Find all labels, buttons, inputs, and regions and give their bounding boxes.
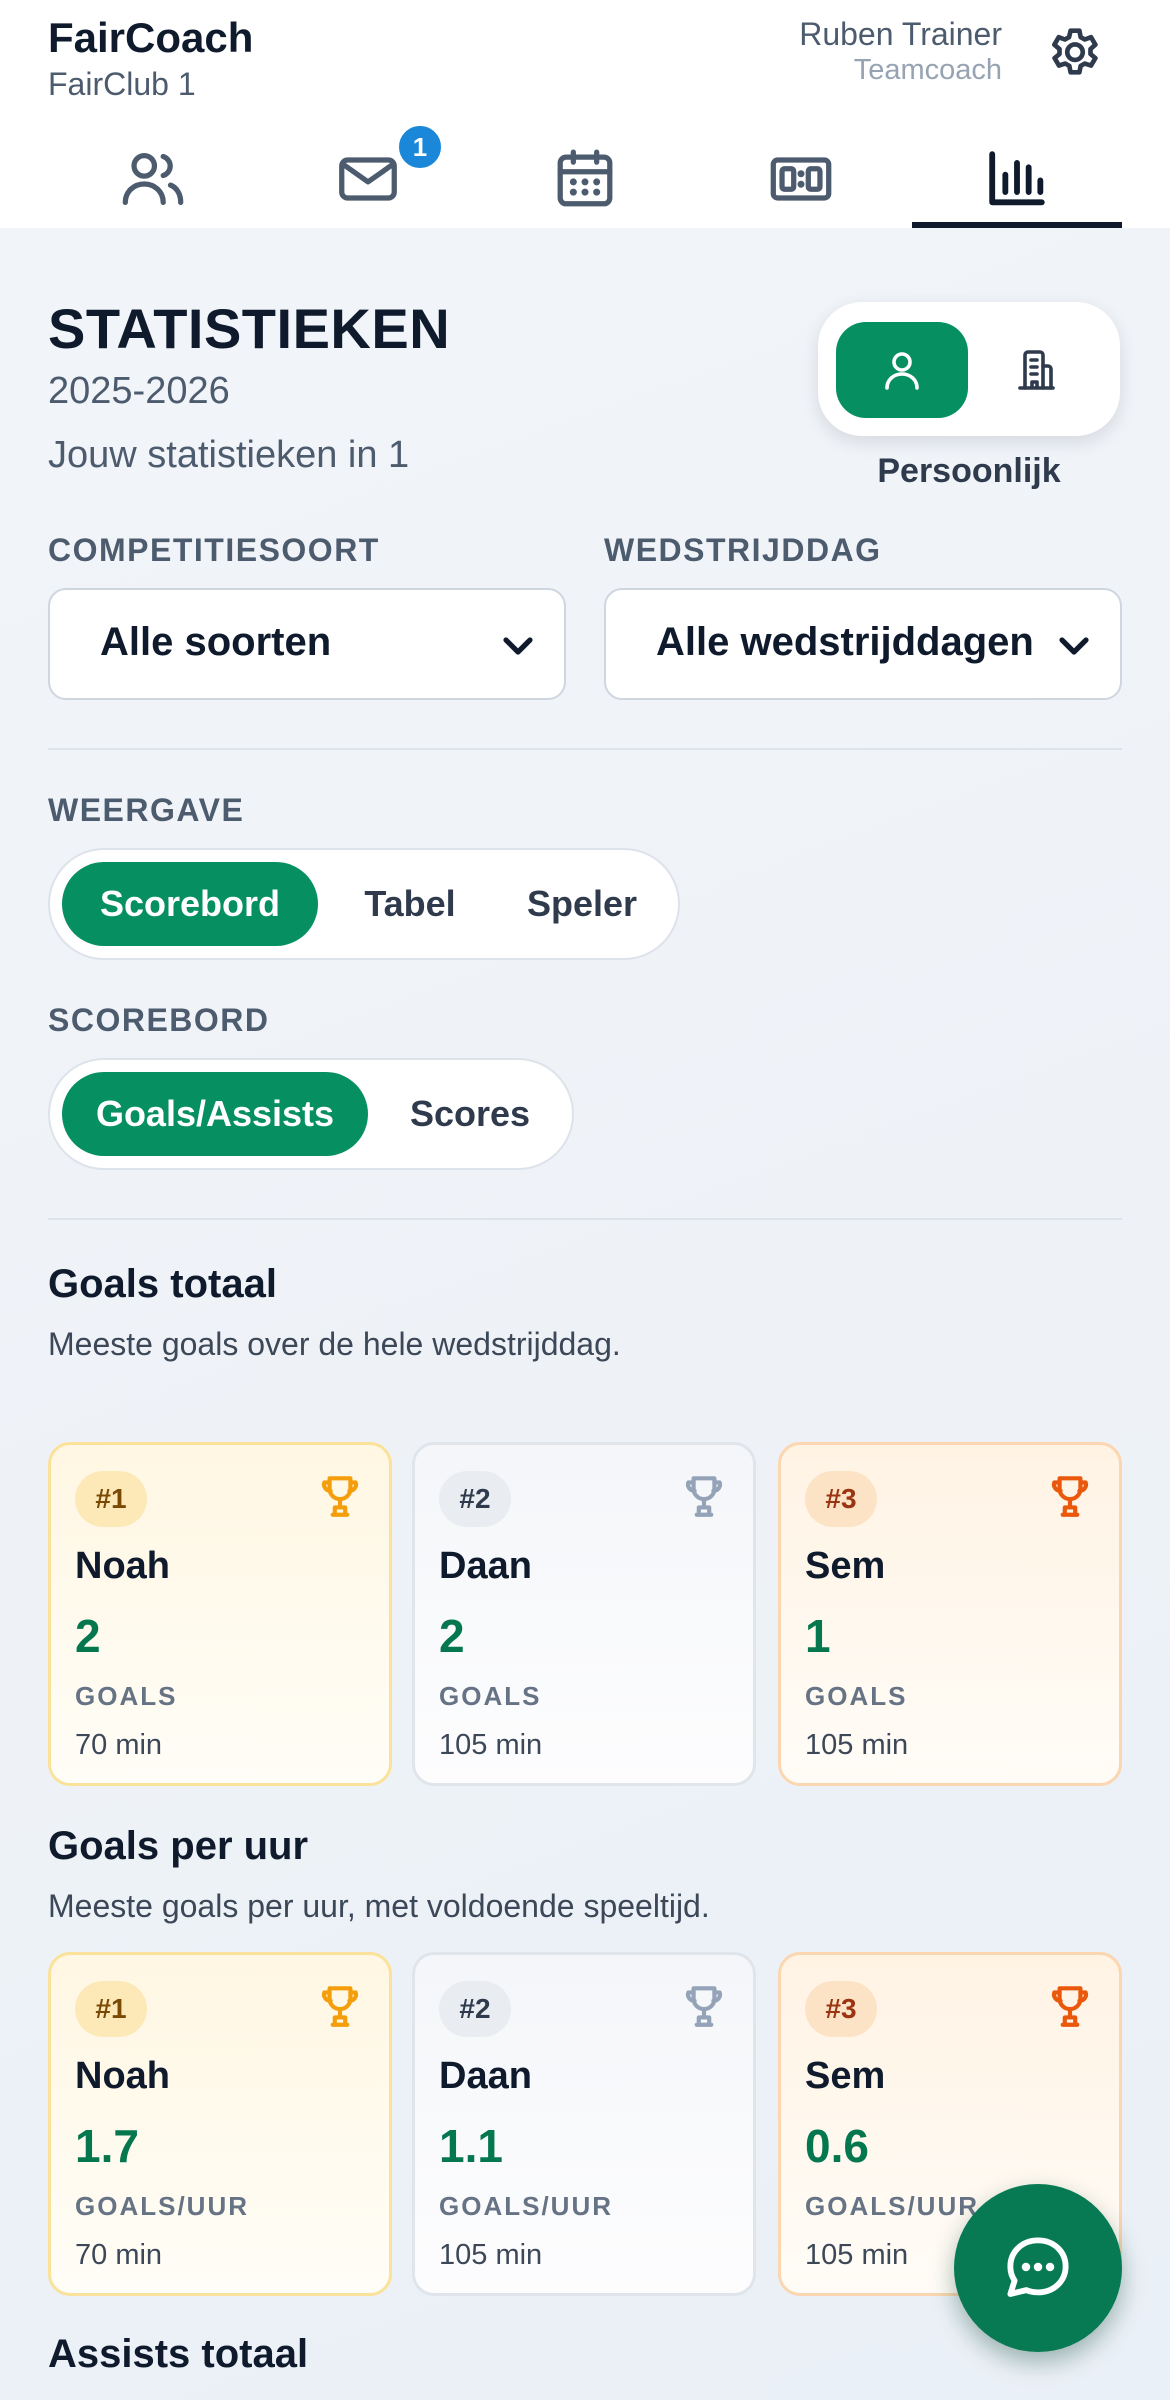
minutes-played: 105 min: [805, 1729, 909, 1761]
app-title: FairCoach: [48, 14, 254, 61]
scope-label: Persoonlijk: [877, 452, 1061, 490]
season-label: 2025-2026: [48, 370, 230, 412]
leaderboard-card[interactable]: #1 Noah 1.7 GOALS/UUR 70 min: [48, 1952, 392, 2296]
player-name: Sem: [805, 2055, 886, 2097]
tab-scoreboard[interactable]: [696, 130, 906, 228]
trophy-icon: [685, 1476, 723, 1517]
scoreboard-option-goals-assists[interactable]: Goals/Assists: [62, 1072, 368, 1156]
user-role: Teamcoach: [853, 54, 1002, 86]
section-divider: [48, 748, 1122, 750]
page-subtitle: Jouw statistieken in 1: [48, 434, 410, 476]
scoreboard-segmented-control: Goals/Assists Scores: [48, 1058, 574, 1170]
stat-value: 2: [439, 1610, 465, 1662]
stat-unit: GOALS: [805, 1681, 908, 1711]
main-nav: 1: [0, 122, 1170, 228]
matchday-filter-label: WEDSTRIJDDAG: [604, 532, 882, 568]
leaderboard-card[interactable]: #2 Daan 2 GOALS 105 min: [412, 1442, 756, 1786]
club-scope-button[interactable]: [970, 322, 1102, 418]
bar-chart-icon: [989, 151, 1045, 206]
stat-unit: GOALS/UUR: [439, 2191, 613, 2221]
leaderboard-card[interactable]: #3 Sem 1 GOALS 105 min: [778, 1442, 1122, 1786]
stat-value: 1: [805, 1610, 831, 1662]
stat-unit: GOALS: [439, 1681, 542, 1711]
view-option-scorebord[interactable]: Scorebord: [62, 862, 318, 946]
rank-badge: #3: [805, 1471, 877, 1527]
minutes-played: 105 min: [439, 2239, 543, 2271]
view-label: WEERGAVE: [48, 792, 245, 828]
user-icon: [885, 352, 919, 390]
calendar-icon: [557, 149, 613, 207]
player-name: Noah: [75, 1545, 170, 1587]
mail-icon: [339, 157, 397, 201]
trophy-icon: [1051, 1986, 1089, 2027]
tab-calendar[interactable]: [480, 130, 690, 228]
view-option-tabel[interactable]: Tabel: [332, 862, 488, 946]
settings-gear-icon[interactable]: [1044, 24, 1106, 86]
chevron-down-icon: [1050, 622, 1098, 670]
tab-team[interactable]: [48, 130, 258, 228]
tab-statistics[interactable]: [912, 130, 1122, 228]
minutes-played: 70 min: [75, 1729, 163, 1761]
chevron-down-icon: [494, 622, 542, 670]
chat-bubble-icon: [1007, 2237, 1069, 2297]
trophy-icon: [321, 1986, 359, 2027]
page-title: STATISTIEKEN: [48, 297, 451, 360]
building-icon: [1018, 350, 1055, 390]
stat-unit: GOALS/UUR: [75, 2191, 249, 2221]
competition-filter-label: COMPETITIESOORT: [48, 532, 380, 568]
stat-value: 2: [75, 1610, 101, 1662]
scope-toggle: [818, 302, 1120, 436]
view-segmented-control: Scorebord Tabel Speler: [48, 848, 680, 960]
rank-badge: #2: [439, 1471, 511, 1527]
stat-unit: GOALS: [75, 1681, 178, 1711]
tab-messages[interactable]: 1: [263, 122, 473, 228]
minutes-played: 105 min: [439, 1729, 543, 1761]
stat-section-title: Assists totaal: [48, 2332, 309, 2376]
leaderboard-card[interactable]: #2 Daan 1.1 GOALS/UUR 105 min: [412, 1952, 756, 2296]
rank-badge: #3: [805, 1981, 877, 2037]
stat-value: 0.6: [805, 2120, 869, 2172]
unread-badge: 1: [395, 122, 445, 172]
trophy-icon: [685, 1986, 723, 2027]
scoreboard-option-scores[interactable]: Scores: [380, 1072, 560, 1156]
chat-button[interactable]: [954, 2184, 1122, 2352]
competition-select-value: Alle soorten: [100, 620, 332, 664]
personal-scope-button[interactable]: [836, 322, 968, 418]
player-name: Daan: [439, 1545, 532, 1587]
trophy-icon: [321, 1476, 359, 1517]
leaderboard-card[interactable]: #1 Noah 2 GOALS 70 min: [48, 1442, 392, 1786]
stat-value: 1.7: [75, 2120, 139, 2172]
rank-badge: #1: [75, 1981, 147, 2037]
rank-badge: #1: [75, 1471, 147, 1527]
scoreboard-label: SCOREBORD: [48, 1002, 270, 1038]
competition-select[interactable]: Alle soorten: [48, 588, 566, 700]
stat-value: 1.1: [439, 2120, 503, 2172]
matchday-select-value: Alle wedstrijddagen: [656, 620, 1034, 664]
user-name: Ruben Trainer: [799, 16, 1002, 52]
player-name: Noah: [75, 2055, 170, 2097]
stat-section-description: Meeste goals per uur, met voldoende spee…: [48, 1888, 710, 1924]
stat-section-description: Meeste goals over de hele wedstrijddag.: [48, 1326, 621, 1362]
club-name: FairClub 1: [48, 66, 196, 102]
stat-section-title: Goals per uur: [48, 1824, 309, 1868]
player-name: Daan: [439, 2055, 532, 2097]
stat-section-title: Goals totaal: [48, 1262, 277, 1306]
minutes-played: 105 min: [805, 2239, 909, 2271]
stat-unit: GOALS/UUR: [805, 2191, 979, 2221]
users-icon: [122, 153, 184, 205]
player-name: Sem: [805, 1545, 886, 1587]
section-divider: [48, 1218, 1122, 1220]
scoreboard-icon: [770, 157, 832, 201]
matchday-select[interactable]: Alle wedstrijddagen: [604, 588, 1122, 700]
app-header: FairCoach FairClub 1 Ruben Trainer Teamc…: [0, 0, 1170, 228]
view-option-speler[interactable]: Speler: [496, 862, 668, 946]
trophy-icon: [1051, 1476, 1089, 1517]
rank-badge: #2: [439, 1981, 511, 2037]
minutes-played: 70 min: [75, 2239, 163, 2271]
